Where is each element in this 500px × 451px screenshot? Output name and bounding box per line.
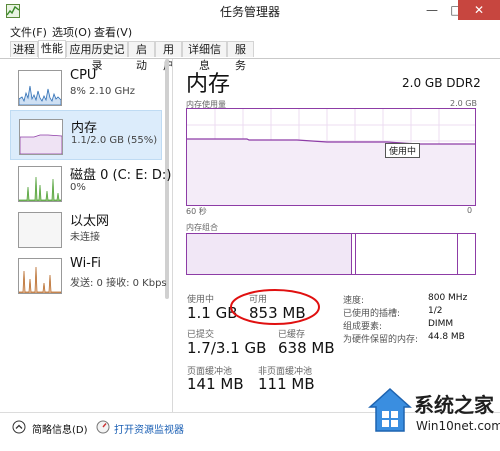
watermark-site: Win10net.com: [416, 419, 500, 433]
disk-usage: 0%: [70, 182, 86, 193]
cached-value: 638 MB: [278, 339, 335, 357]
composition-label: 内存组合: [186, 223, 218, 232]
ethernet-status: 未连接: [70, 232, 100, 243]
page-title: 内存: [186, 72, 231, 97]
menu-view[interactable]: 查看(V): [94, 24, 132, 40]
composition-standby-divider: [457, 234, 458, 274]
resource-disk[interactable]: 磁盘 0 (C: E: D:) 0%: [10, 158, 171, 206]
annotation-circle: [230, 289, 320, 325]
close-button[interactable]: ✕: [458, 0, 500, 20]
tab-users[interactable]: 用户: [155, 41, 182, 72]
speed-value: 800 MHz: [428, 293, 468, 303]
hardware-reserved-label: 为硬件保留的内存:: [343, 335, 419, 345]
cpu-label: CPU: [70, 68, 97, 83]
open-resource-monitor-link[interactable]: 打开资源监视器: [114, 421, 184, 436]
cpu-graph-thumbnail: [18, 70, 62, 106]
tab-details[interactable]: 详细信息: [182, 41, 227, 72]
ethernet-label: 以太网: [70, 214, 110, 229]
chevron-up-icon[interactable]: [12, 420, 26, 434]
memory-label: 内存: [71, 121, 98, 136]
nonpaged-pool-value: 111 MB: [258, 375, 315, 393]
tab-performance[interactable]: 性能: [38, 40, 66, 58]
hardware-reserved-value: 44.8 MB: [428, 332, 465, 342]
resource-cpu[interactable]: CPU 8% 2.10 GHz: [10, 62, 160, 110]
memory-spec: 2.0 GB DDR2: [402, 76, 481, 90]
wifi-label: Wi-Fi: [70, 256, 102, 271]
menu-file[interactable]: 文件(F): [10, 24, 47, 40]
composition-modified: [351, 234, 356, 274]
fewer-details-link[interactable]: 简略信息(D): [32, 421, 88, 436]
tab-services[interactable]: 服务: [227, 41, 254, 72]
cpu-usage: 8% 2.10 GHz: [70, 86, 136, 97]
time-axis-end: 0: [467, 206, 473, 215]
usage-tooltip: 使用中: [385, 143, 421, 158]
tab-processes[interactable]: 进程: [10, 41, 38, 57]
memory-usage-graph: 使用中: [186, 108, 476, 206]
wifi-throughput: 发送: 0 接收: 0 Kbps: [70, 278, 167, 289]
speed-label: 速度:: [343, 296, 365, 306]
slots-value: 1/2: [428, 306, 443, 316]
usage-graph-max: 2.0 GB: [450, 99, 477, 108]
site-watermark: 系统之家 Win10net.com: [366, 385, 500, 450]
disk-graph-thumbnail: [18, 166, 62, 202]
slots-label: 已使用的插槽:: [343, 309, 401, 319]
resource-wifi[interactable]: Wi-Fi 发送: 0 接收: 0 Kbps: [10, 250, 167, 298]
memory-graph-thumbnail: [19, 119, 63, 155]
resource-memory[interactable]: 内存 1.1/2.0 GB (55%): [10, 110, 162, 160]
composition-in-use: [187, 234, 352, 274]
memory-composition-bar: [186, 233, 476, 275]
committed-value: 1.7/3.1 GB: [187, 339, 267, 357]
tab-bar: 进程 性能 应用历史记录 启动 用户 详细信息 服务: [0, 40, 500, 72]
form-factor-value: DIMM: [428, 319, 454, 329]
resource-monitor-icon: [96, 420, 110, 434]
ethernet-graph-thumbnail: [18, 212, 62, 248]
wifi-graph-thumbnail: [18, 258, 62, 294]
house-logo-icon: [368, 387, 412, 432]
disk-label: 磁盘 0 (C: E: D:): [70, 168, 172, 183]
menu-options[interactable]: 选项(O): [52, 24, 91, 40]
title-bar: 任务管理器 — □ ✕: [0, 0, 500, 22]
resource-ethernet[interactable]: 以太网 未连接: [10, 204, 160, 252]
tab-app-history[interactable]: 应用历史记录: [66, 41, 128, 72]
paged-pool-value: 141 MB: [187, 375, 244, 393]
minimize-button[interactable]: —: [420, 0, 444, 20]
form-factor-label: 组成要素:: [343, 322, 383, 332]
memory-usage-chart: [187, 109, 475, 205]
tab-startup[interactable]: 启动: [128, 41, 155, 72]
memory-usage: 1.1/2.0 GB (55%): [71, 135, 158, 146]
watermark-brand: 系统之家: [414, 393, 494, 417]
time-axis-label: 60 秒: [186, 207, 207, 216]
